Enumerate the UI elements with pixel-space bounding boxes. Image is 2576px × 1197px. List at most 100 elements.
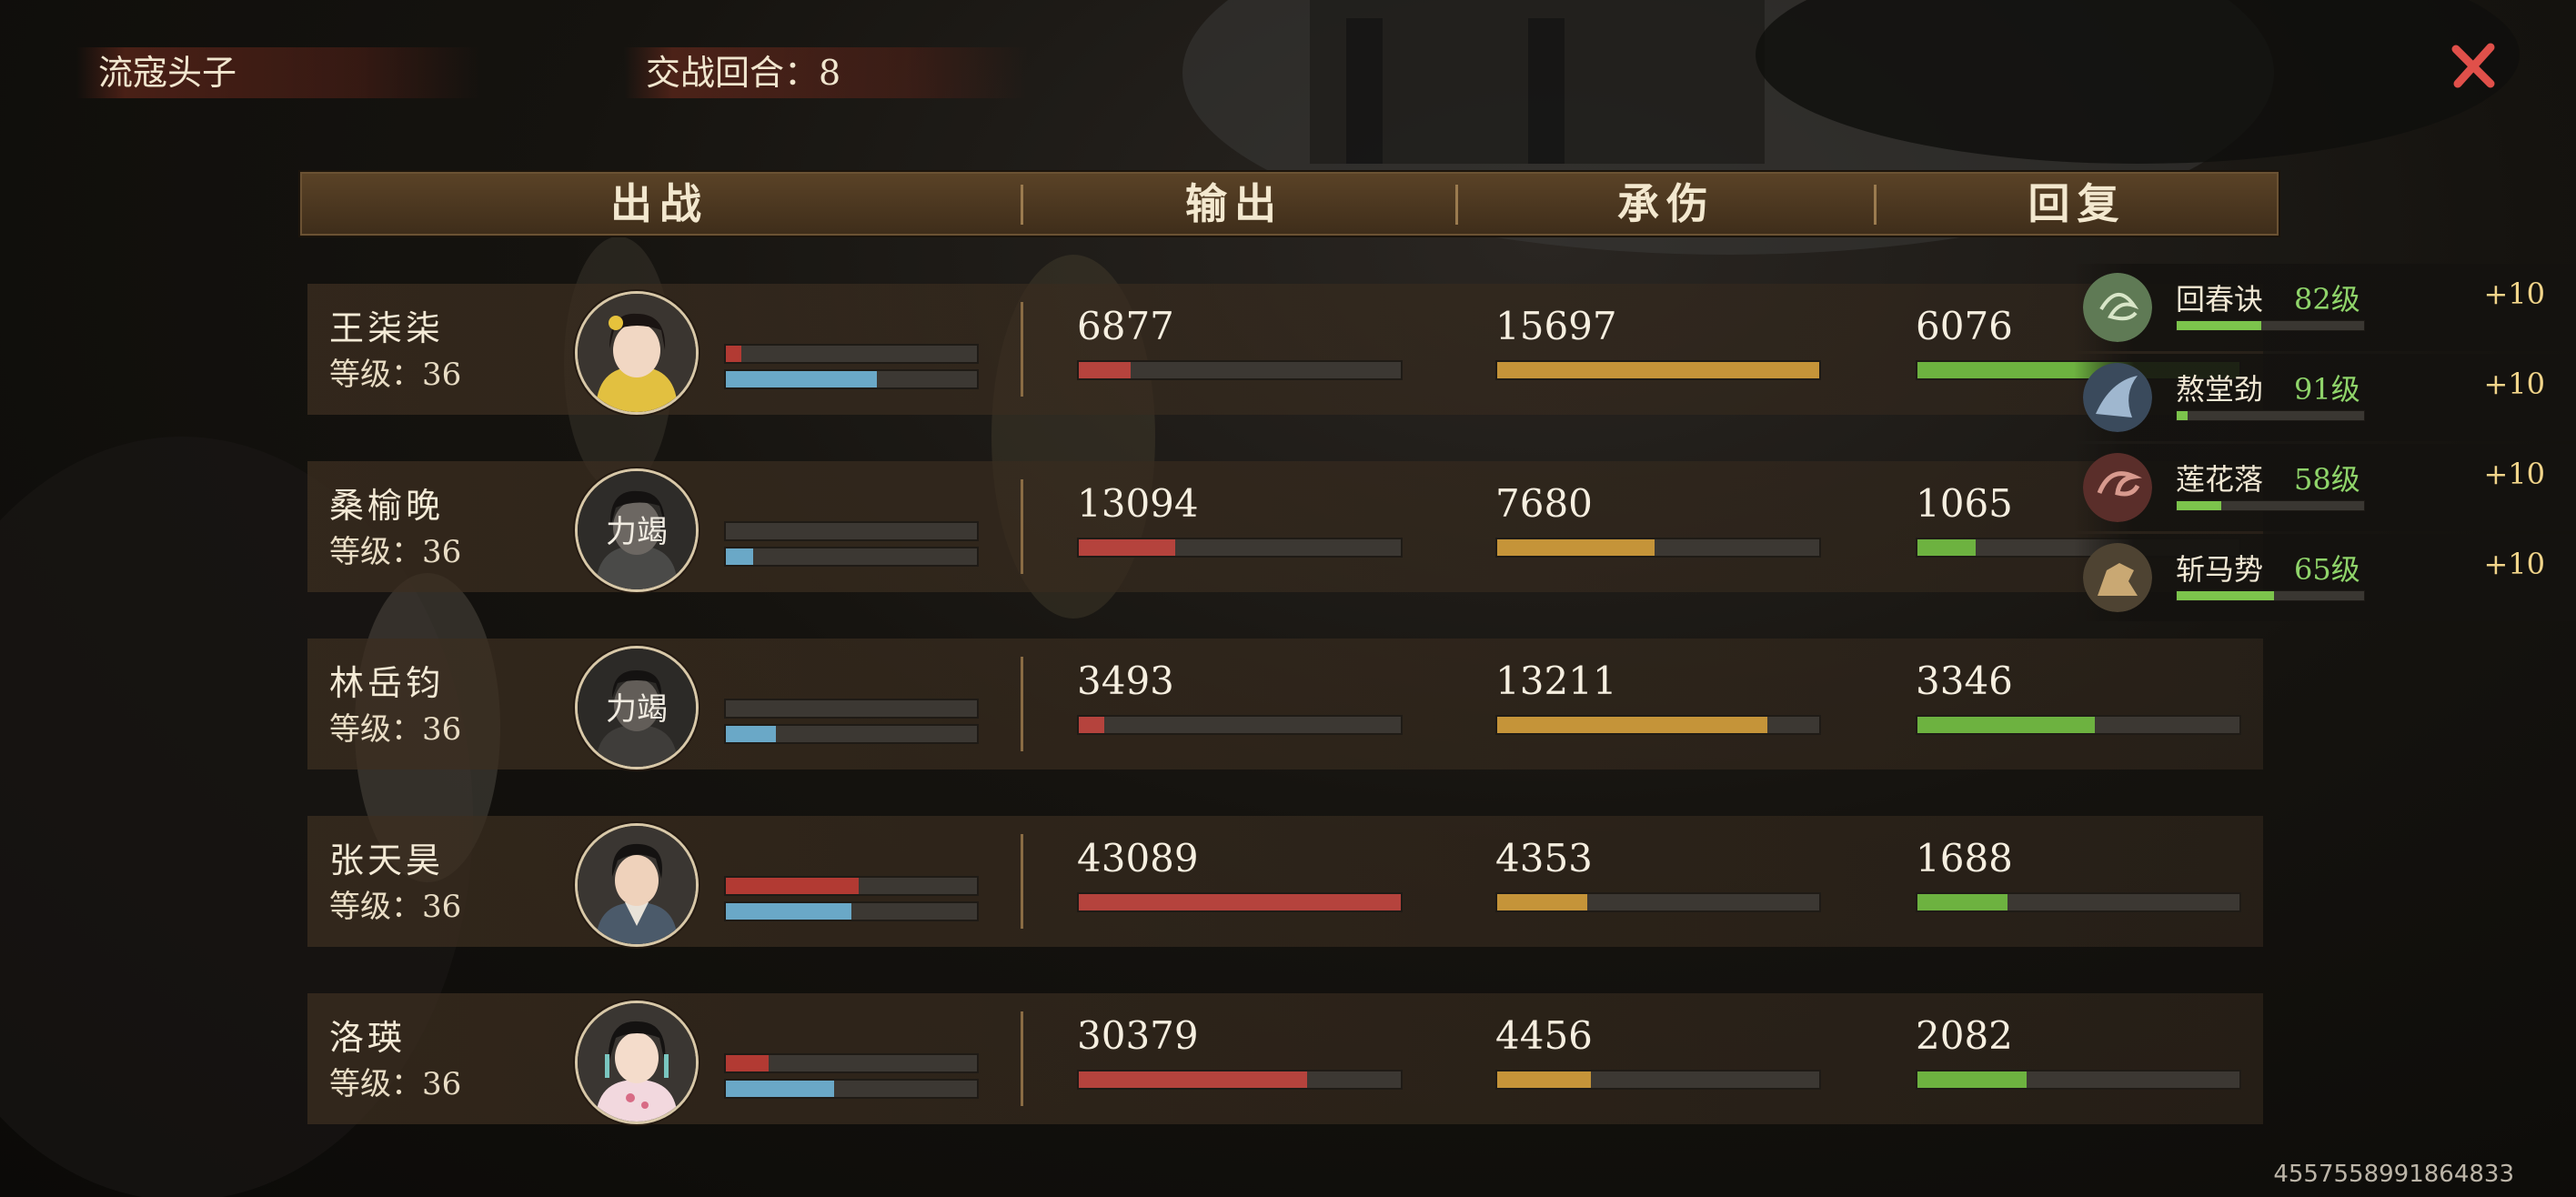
output-value: 6877	[1077, 304, 1174, 348]
recovery-bar	[1916, 715, 2241, 735]
recovery-bar	[1916, 1070, 2241, 1090]
character-portrait	[575, 1001, 699, 1124]
energy-bar-fill	[726, 903, 851, 920]
hp-bar	[724, 876, 979, 896]
output-bar	[1077, 1070, 1403, 1090]
recovery-bar-fill	[1917, 539, 1976, 556]
header-recovery: 回复	[2028, 179, 2127, 228]
character-level: 等级：36	[329, 889, 462, 925]
woman-portrait-icon	[578, 1003, 696, 1122]
character-name: 桑榆晚	[329, 486, 445, 526]
skill-progress-bar	[2176, 320, 2365, 331]
recovery-bar-fill	[1917, 717, 2095, 733]
recovery-bar-fill	[1917, 894, 2008, 910]
damage-taken-bar	[1495, 715, 1821, 735]
skill-level: 58级	[2294, 462, 2360, 497]
damage-taken-value: 15697	[1495, 304, 1617, 348]
character-name: 洛瑛	[329, 1018, 407, 1058]
man-portrait-icon	[578, 826, 696, 944]
blue-figure-icon	[2083, 363, 2152, 432]
column-divider	[1021, 302, 1023, 397]
character-name: 王柒柒	[329, 308, 445, 348]
skill-name: 回春诀	[2176, 282, 2264, 317]
skill-progress-bar	[2176, 500, 2365, 511]
damage-taken-bar-fill	[1497, 1071, 1591, 1088]
skill-name: 熬堂劲	[2176, 372, 2264, 407]
output-bar	[1077, 892, 1403, 912]
exhausted-portrait-icon: 力竭	[578, 649, 696, 767]
skill-bonus: +10	[2483, 457, 2545, 491]
energy-bar-fill	[726, 1081, 834, 1097]
skill-level: 91级	[2294, 372, 2360, 407]
energy-bar	[724, 1079, 979, 1099]
output-bar-fill	[1079, 539, 1176, 556]
damage-taken-value: 4456	[1495, 1013, 1593, 1058]
energy-bar-fill	[726, 726, 777, 742]
output-bar-fill	[1079, 717, 1105, 733]
skill-name: 斩马势	[2176, 552, 2264, 587]
stats-header: 出战 输出 承伤 回复	[298, 170, 2280, 237]
energy-bar	[724, 724, 979, 744]
character-level: 等级：36	[329, 534, 462, 570]
header-damage-taken: 承伤	[1617, 179, 1716, 228]
header-deploy: 出战	[610, 179, 709, 228]
recovery-value: 1065	[1916, 481, 2013, 526]
exhausted-portrait-icon: 力竭	[578, 471, 696, 589]
hp-bar-fill	[726, 878, 860, 894]
skill-progress-fill	[2177, 321, 2261, 330]
energy-bar	[724, 547, 979, 567]
output-bar-fill	[1079, 362, 1131, 378]
status-text: 力竭	[606, 514, 668, 550]
character-row: 林岳钧 等级：36 力竭 3493 13211 3346	[307, 639, 2263, 770]
woman-portrait-icon	[578, 294, 696, 412]
damage-taken-value: 13211	[1495, 659, 1617, 703]
recovery-value: 1688	[1916, 836, 2013, 880]
recovery-bar-fill	[1917, 1071, 2028, 1088]
output-value: 30379	[1077, 1013, 1199, 1058]
damage-taken-bar	[1495, 892, 1821, 912]
skill-progress-fill	[2177, 501, 2222, 510]
swirl-green-icon	[2083, 273, 2152, 342]
character-portrait	[575, 291, 699, 415]
skill-progress-bar	[2176, 590, 2365, 601]
column-divider	[1021, 657, 1023, 751]
damage-taken-bar	[1495, 360, 1821, 380]
hp-bar-fill	[726, 1055, 769, 1071]
damage-taken-bar-fill	[1497, 894, 1588, 910]
recovery-value: 3346	[1916, 659, 2013, 703]
damage-taken-value: 7680	[1495, 481, 1593, 526]
damage-taken-value: 4353	[1495, 836, 1593, 880]
character-name: 张天昊	[329, 840, 445, 880]
damage-taken-bar	[1495, 1070, 1821, 1090]
close-icon	[2451, 43, 2495, 88]
hp-bar	[724, 344, 979, 364]
skill-progress-bar	[2176, 410, 2365, 421]
skill-bonus: +10	[2483, 547, 2545, 581]
hp-bar	[724, 1053, 979, 1073]
skill-popup: 斩马势 65级 +10	[2074, 534, 2576, 621]
skill-progress-fill	[2177, 591, 2275, 600]
skill-bonus: +10	[2483, 277, 2545, 311]
output-bar	[1077, 360, 1403, 380]
skill-popup: 熬堂劲 91级 +10	[2074, 354, 2576, 441]
hp-bar	[724, 699, 979, 719]
skill-progress-fill	[2177, 411, 2189, 420]
hp-bar	[724, 521, 979, 541]
output-value: 3493	[1077, 659, 1174, 703]
recovery-bar	[1916, 892, 2241, 912]
skill-popup: 莲花落 58级 +10	[2074, 444, 2576, 531]
column-divider	[1021, 1011, 1023, 1106]
damage-taken-bar-fill	[1497, 362, 1819, 378]
energy-bar-fill	[726, 548, 754, 565]
damage-taken-bar-fill	[1497, 717, 1768, 733]
character-level: 等级：36	[329, 711, 462, 748]
damage-taken-bar	[1495, 538, 1821, 558]
energy-bar-fill	[726, 371, 877, 387]
character-row: 洛瑛 等级：36 30379 4456 2082	[307, 993, 2263, 1124]
recovery-value: 2082	[1916, 1013, 2013, 1058]
character-portrait: 力竭	[575, 468, 699, 592]
close-button[interactable]	[2449, 40, 2500, 91]
horse-icon	[2083, 543, 2152, 612]
round-counter: 交战回合：8	[624, 47, 1028, 98]
skill-name: 莲花落	[2176, 462, 2264, 497]
